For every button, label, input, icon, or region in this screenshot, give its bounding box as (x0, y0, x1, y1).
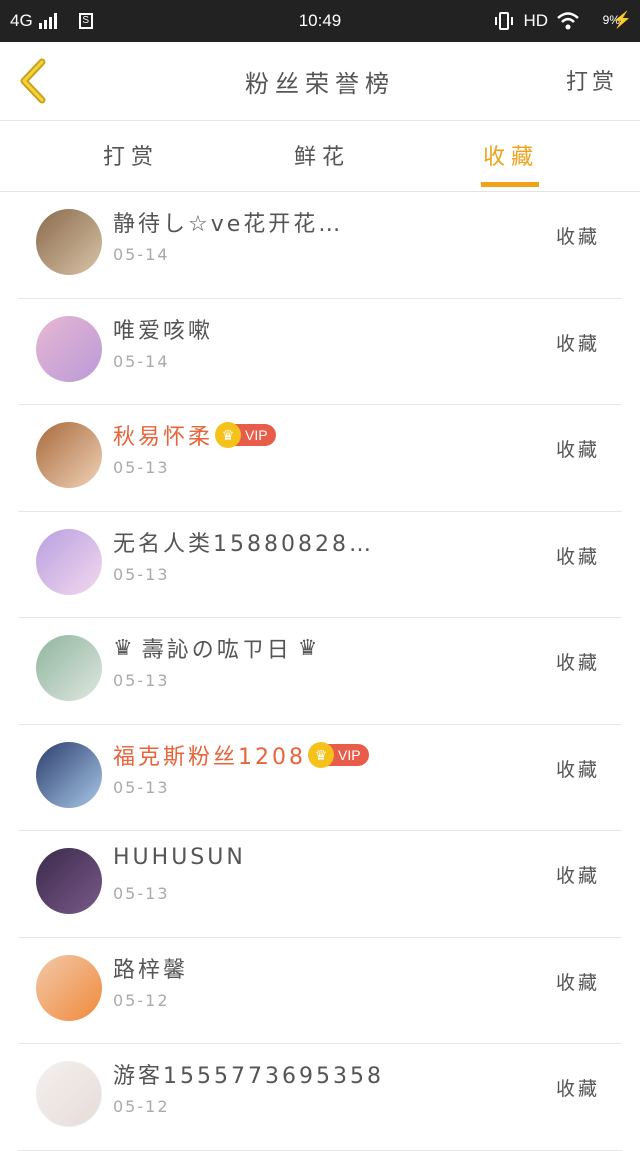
fan-list: 静待し☆ve花开花… 05-14 收藏 唯爱咳嗽 05-14 收藏 秋易怀柔 ♛… (0, 192, 640, 1151)
user-name: HUHUSUN (113, 845, 246, 870)
user-name: 唯爱咳嗽 (113, 318, 214, 344)
date: 05-13 (113, 564, 170, 584)
favorite-label: 收藏 (555, 545, 600, 568)
user-name: 福克斯粉丝1208 (113, 744, 306, 770)
favorite-label: 收藏 (555, 758, 600, 781)
crown-icon: ♛ (308, 741, 334, 768)
list-item[interactable]: 无名人类15880828… 05-13 收藏 (18, 512, 622, 618)
tab-reward[interactable]: 打赏 (71, 139, 191, 171)
avatar (36, 209, 102, 275)
list-item[interactable]: 秋易怀柔 ♛ VIP 05-13 收藏 (18, 405, 622, 512)
page-title: 粉丝荣誉榜 (245, 70, 395, 98)
user-name: 路梓馨 (113, 957, 189, 983)
list-item[interactable]: 静待し☆ve花开花… 05-14 收藏 (18, 192, 622, 299)
date: 05-14 (113, 245, 170, 264)
vip-badge: ♛ VIP (215, 422, 276, 448)
hd-label: HD (523, 11, 548, 30)
avatar (36, 315, 102, 382)
user-name-row: 福克斯粉丝1208 ♛ VIP (113, 739, 369, 771)
user-name: 秋易怀柔 (113, 425, 214, 450)
user-name-row: ♛ 壽訫の吰ㄗ日 ♛ (113, 632, 320, 664)
charging-icon: ⚡ (612, 12, 632, 29)
user-name: 壽訫の吰ㄗ日 (141, 638, 292, 663)
favorite-label: 收藏 (555, 971, 600, 994)
date: 05-13 (113, 458, 170, 477)
avatar (36, 528, 102, 595)
tab-bar: 打赏 鲜花 收藏 (0, 121, 640, 192)
active-tab-indicator (481, 182, 539, 187)
tab-flowers[interactable]: 鲜花 (262, 139, 382, 171)
user-name: 无名人类15880828… (113, 531, 374, 557)
favorite-label: 收藏 (555, 226, 600, 248)
favorite-label: 收藏 (555, 1078, 600, 1100)
tab-favorites[interactable]: 收藏 (451, 139, 571, 171)
list-item[interactable]: HUHUSUN 05-13 收藏 (18, 831, 622, 938)
crown-icon: ♛ (113, 635, 136, 661)
avatar (36, 1061, 102, 1127)
date: 05-13 (113, 884, 170, 903)
date: 05-13 (113, 671, 170, 690)
reward-button[interactable]: 打赏 (566, 64, 618, 96)
status-right: HD (493, 11, 580, 31)
user-name-row: 秋易怀柔 ♛ VIP (113, 419, 276, 451)
date: 05-14 (113, 351, 170, 371)
list-item[interactable]: 福克斯粉丝1208 ♛ VIP 05-13 收藏 (18, 725, 622, 831)
favorite-label: 收藏 (555, 439, 600, 461)
list-item[interactable]: 路梓馨 05-12 收藏 (18, 938, 622, 1044)
avatar (36, 422, 102, 488)
vip-label: VIP (245, 427, 268, 443)
wifi-icon (557, 12, 579, 30)
avatar (36, 848, 102, 914)
vibrate-icon (495, 12, 514, 30)
avatar (36, 635, 102, 701)
user-name: 静待し☆ve花开花… (113, 212, 344, 237)
crown-icon: ♛ (215, 422, 242, 448)
favorite-label: 收藏 (555, 332, 600, 355)
avatar (36, 741, 102, 808)
vip-label: VIP (338, 746, 361, 763)
crown-icon: ♛ (297, 635, 321, 661)
list-item[interactable]: ♛ 壽訫の吰ㄗ日 ♛ 05-13 收藏 (18, 618, 622, 725)
favorite-label: 收藏 (555, 865, 600, 887)
list-item[interactable]: 游客1555773695358 05-12 收藏 (18, 1044, 622, 1151)
date: 05-12 (113, 990, 170, 1010)
user-name: 游客1555773695358 (113, 1064, 384, 1089)
date: 05-12 (113, 1097, 170, 1116)
favorite-label: 收藏 (555, 652, 600, 674)
vip-badge: ♛ VIP (308, 741, 369, 768)
list-item[interactable]: 唯爱咳嗽 05-14 收藏 (18, 299, 622, 405)
avatar (36, 954, 102, 1021)
status-bar: 4G S 10:49 HD 9% ⚡ (0, 0, 640, 42)
date: 05-13 (113, 777, 170, 797)
nav-bar: 粉丝荣誉榜 打赏 (0, 42, 640, 121)
